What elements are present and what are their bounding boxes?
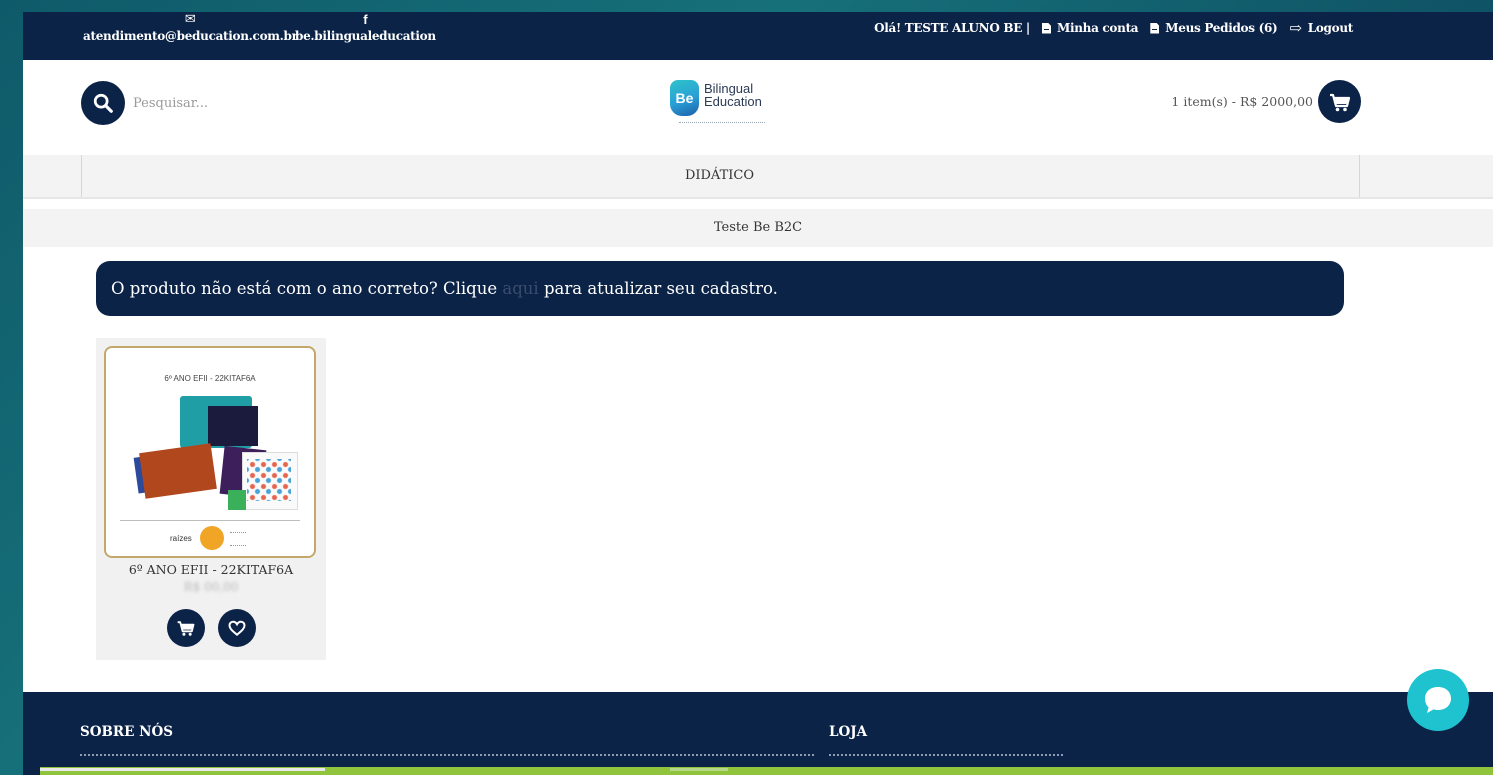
facebook-text[interactable]: be.bilingualeducation — [295, 29, 436, 43]
category-menu: DIDÁTICO — [23, 155, 1493, 199]
logo-line2: Education — [704, 94, 762, 109]
product-image-caption: 6º ANO EFII - 22KITAF6A — [164, 374, 256, 383]
publisher-brand: raízes — [170, 534, 192, 543]
notice-text-after: para atualizar seu cadastro. — [538, 279, 778, 298]
search-button[interactable] — [81, 81, 125, 125]
cart-button[interactable] — [1318, 80, 1361, 123]
chat-button[interactable] — [1407, 669, 1469, 731]
footer-about-title: SOBRE NÓS — [80, 724, 173, 740]
product-name[interactable]: 6º ANO EFII - 22KITAF6A — [96, 562, 326, 577]
document-icon — [1041, 22, 1051, 34]
footer-divider — [80, 754, 814, 756]
footer-divider — [829, 754, 1063, 756]
contact-facebook[interactable]: f be.bilingualeducation — [295, 12, 436, 44]
facebook-icon: f — [363, 12, 368, 27]
publisher-logo — [200, 526, 224, 550]
my-orders-label[interactable]: Meus Pedidos (6) — [1165, 21, 1277, 35]
cart-icon — [177, 621, 195, 636]
kit-item — [228, 490, 246, 510]
search-input[interactable] — [127, 92, 379, 114]
kit-book — [139, 443, 217, 499]
heart-icon — [228, 620, 246, 636]
top-bar: ✉ atendimento@beducation.com.br f be.bil… — [23, 12, 1493, 60]
product-card[interactable]: 6º ANO EFII - 22KITAF6A raízes 6º ANO EF… — [96, 338, 326, 660]
chat-bubble-icon — [1425, 687, 1451, 713]
my-account-label[interactable]: Minha conta — [1057, 21, 1139, 35]
logo-text: Bilingual Education — [704, 82, 762, 108]
menu-divider — [1359, 155, 1360, 197]
footer: SOBRE NÓS LOJA — [23, 692, 1493, 775]
kit-sticker-sheet — [242, 452, 298, 510]
product-price: R$ 00,00 — [183, 580, 239, 594]
search-icon — [93, 93, 113, 113]
site-logo[interactable]: Be Bilingual Education — [670, 80, 765, 123]
logo-mark: Be — [670, 80, 699, 116]
logo-tagline — [679, 122, 765, 126]
cart-icon — [1329, 93, 1350, 111]
add-to-wishlist-button[interactable] — [218, 609, 256, 647]
logout-link[interactable]: ⇨ Logout — [1289, 19, 1354, 37]
add-to-cart-button[interactable] — [167, 609, 205, 647]
kit-box-screen — [208, 406, 258, 446]
user-greeting: Olá! TESTE ALUNO BE | — [874, 21, 1030, 35]
year-notice-banner: O produto não está com o ano correto? Cl… — [96, 261, 1344, 316]
image-divider — [120, 520, 300, 521]
my-account-link[interactable]: Minha conta — [1041, 21, 1139, 35]
contact-email-text[interactable]: atendimento@beducation.com.br — [83, 29, 298, 43]
product-image[interactable]: 6º ANO EFII - 22KITAF6A raízes — [104, 346, 316, 558]
my-orders-link[interactable]: Meus Pedidos (6) — [1150, 21, 1278, 35]
logout-label[interactable]: Logout — [1308, 21, 1354, 35]
user-links: Olá! TESTE ALUNO BE | Minha conta Meus P… — [874, 19, 1354, 37]
header: Be Bilingual Education 1 item(s) - R$ 20… — [23, 60, 1493, 155]
cart-summary[interactable]: 1 item(s) - R$ 2000,00 — [1171, 94, 1313, 109]
document-icon — [1150, 22, 1160, 34]
envelope-icon: ✉ — [184, 12, 196, 27]
logout-icon: ⇨ — [1289, 19, 1302, 37]
notice-text-before: O produto não está com o ano correto? Cl… — [111, 279, 503, 298]
contact-email[interactable]: ✉ atendimento@beducation.com.br — [83, 12, 298, 44]
footer-store-title: LOJA — [829, 724, 868, 740]
menu-item-didatico[interactable]: DIDÁTICO — [81, 155, 1358, 197]
notice-update-link[interactable]: aqui — [502, 279, 538, 298]
breadcrumb: Teste Be B2C — [23, 209, 1493, 247]
taskbar-strip — [40, 767, 1493, 775]
page: ✉ atendimento@beducation.com.br f be.bil… — [23, 12, 1493, 775]
publisher-tagline — [230, 532, 246, 546]
